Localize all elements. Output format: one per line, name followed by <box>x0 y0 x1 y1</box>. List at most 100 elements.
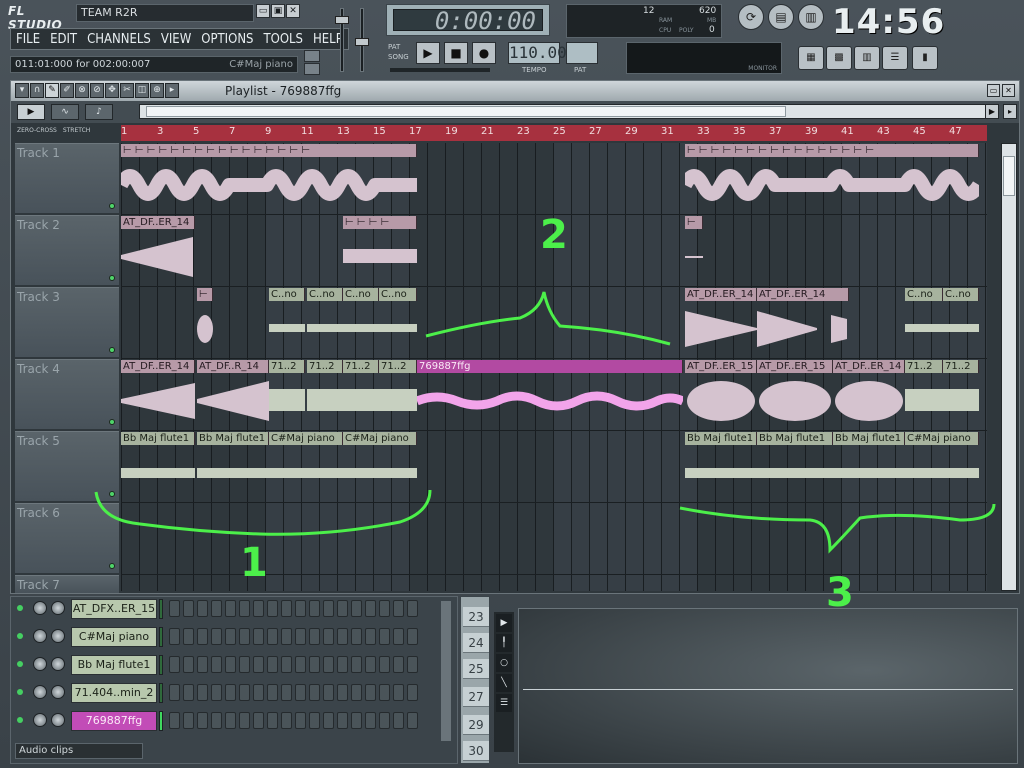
step[interactable] <box>253 656 264 673</box>
restore-icon[interactable]: ▣ <box>271 4 285 18</box>
volume-knob[interactable] <box>51 713 65 727</box>
step[interactable] <box>267 628 278 645</box>
clip[interactable]: Bb Maj flute1 <box>757 432 833 496</box>
zoom-tool-icon[interactable]: ⊕ <box>150 83 164 98</box>
channel-led[interactable] <box>17 689 23 695</box>
step[interactable] <box>379 628 390 645</box>
step[interactable] <box>281 656 292 673</box>
step[interactable] <box>267 600 278 617</box>
step[interactable] <box>365 600 376 617</box>
step[interactable] <box>295 628 306 645</box>
menu-file[interactable]: FILE <box>11 29 45 49</box>
playlist-maximize-icon[interactable]: ▭ <box>987 84 1000 97</box>
step[interactable] <box>323 628 334 645</box>
step[interactable] <box>295 712 306 729</box>
step[interactable] <box>379 600 390 617</box>
step[interactable] <box>379 656 390 673</box>
master-volume-slider[interactable] <box>335 16 349 24</box>
step[interactable] <box>225 628 236 645</box>
step[interactable] <box>379 684 390 701</box>
minimize-icon[interactable]: ▭ <box>256 4 270 18</box>
save-button[interactable]: ▤ <box>768 4 794 30</box>
step[interactable] <box>309 712 320 729</box>
track-header-2[interactable]: Track 2 <box>15 215 119 285</box>
clip[interactable]: ⊢ <box>685 216 703 280</box>
step[interactable] <box>197 628 208 645</box>
clip[interactable]: AT_DF..ER_14 <box>685 288 757 352</box>
clip[interactable]: AT_DF..ER_14 <box>121 216 195 280</box>
step[interactable] <box>337 684 348 701</box>
play-button[interactable]: ▶ <box>416 42 440 64</box>
envelope-panel[interactable] <box>518 608 1018 764</box>
circle-icon[interactable]: ○ <box>496 654 512 672</box>
step[interactable] <box>337 628 348 645</box>
clip[interactable]: 71..2 <box>307 360 343 424</box>
snap-button[interactable] <box>304 50 320 62</box>
piano-key[interactable]: 25 <box>463 659 489 679</box>
step[interactable] <box>351 628 362 645</box>
playlist-title[interactable]: Playlist - 769887ffg <box>225 83 341 99</box>
export-button[interactable]: ▥ <box>798 4 824 30</box>
step[interactable] <box>295 600 306 617</box>
step[interactable] <box>197 600 208 617</box>
curve-icon[interactable]: ╲ <box>496 674 512 692</box>
scroll-right-icon[interactable]: ▶ <box>985 104 999 119</box>
menu-edit[interactable]: EDIT <box>45 29 82 49</box>
step[interactable] <box>225 684 236 701</box>
horizontal-scrollbar[interactable] <box>139 104 995 119</box>
time-display[interactable]: 0:00:00 <box>386 4 550 36</box>
step[interactable] <box>351 656 362 673</box>
volume-knob[interactable] <box>51 657 65 671</box>
step[interactable] <box>183 600 194 617</box>
clip[interactable]: C..no <box>905 288 943 352</box>
step[interactable] <box>323 600 334 617</box>
step[interactable] <box>351 684 362 701</box>
step[interactable] <box>267 712 278 729</box>
step[interactable] <box>407 628 418 645</box>
step[interactable] <box>365 712 376 729</box>
step[interactable] <box>393 712 404 729</box>
channel-filter-select[interactable]: Audio clips <box>15 743 143 759</box>
vertical-scroll-thumb[interactable] <box>1003 156 1015 196</box>
clip[interactable]: ⊢ ⊢ ⊢ ⊢ ⊢ ⊢ ⊢ ⊢ ⊢ ⊢ ⊢ ⊢ ⊢ ⊢ ⊢ ⊢ <box>685 144 979 208</box>
clip[interactable]: 71..2 <box>343 360 379 424</box>
menu-tools[interactable]: TOOLS <box>259 29 309 49</box>
step[interactable] <box>197 712 208 729</box>
step[interactable] <box>337 656 348 673</box>
channel-led[interactable] <box>17 633 23 639</box>
channel-button[interactable]: AT_DFX..ER_15 <box>71 599 157 619</box>
clip[interactable]: Bb Maj flute1 <box>685 432 757 496</box>
step[interactable] <box>211 656 222 673</box>
volume-knob[interactable] <box>51 629 65 643</box>
step[interactable] <box>393 656 404 673</box>
clip[interactable]: AT_DF..ER_14 <box>121 360 195 424</box>
pat-song-toggle[interactable]: PAT SONG <box>388 42 409 62</box>
step[interactable] <box>169 600 180 617</box>
step[interactable] <box>267 684 278 701</box>
clip[interactable]: C..no <box>269 288 305 352</box>
lines-icon[interactable]: ☰ <box>496 694 512 712</box>
piano-key[interactable]: 23 <box>463 607 489 627</box>
clip[interactable]: AT_DF..ER_15 <box>757 360 833 424</box>
clip[interactable]: AT_DF..R_14 <box>197 360 269 424</box>
paint-tool-icon[interactable]: ✐ <box>60 83 74 98</box>
clip[interactable]: 71..2 <box>269 360 305 424</box>
step[interactable] <box>225 600 236 617</box>
step[interactable] <box>309 684 320 701</box>
clip[interactable]: Bb Maj flute1 <box>833 432 905 496</box>
clip[interactable]: C..no <box>379 288 417 352</box>
mute-tool-icon[interactable]: ⊘ <box>90 83 104 98</box>
step[interactable] <box>337 712 348 729</box>
step[interactable] <box>253 600 264 617</box>
menu-channels[interactable]: CHANNELS <box>82 29 156 49</box>
track-mute-led[interactable] <box>109 563 115 569</box>
view-browser-button[interactable]: ☰ <box>882 46 908 70</box>
pan-knob[interactable] <box>33 601 47 615</box>
clip[interactable]: C..no <box>343 288 379 352</box>
pan-knob[interactable] <box>33 657 47 671</box>
slice-tool-icon[interactable]: ✂ <box>120 83 134 98</box>
step[interactable] <box>239 684 250 701</box>
step[interactable] <box>211 684 222 701</box>
step[interactable] <box>281 684 292 701</box>
step[interactable] <box>393 684 404 701</box>
